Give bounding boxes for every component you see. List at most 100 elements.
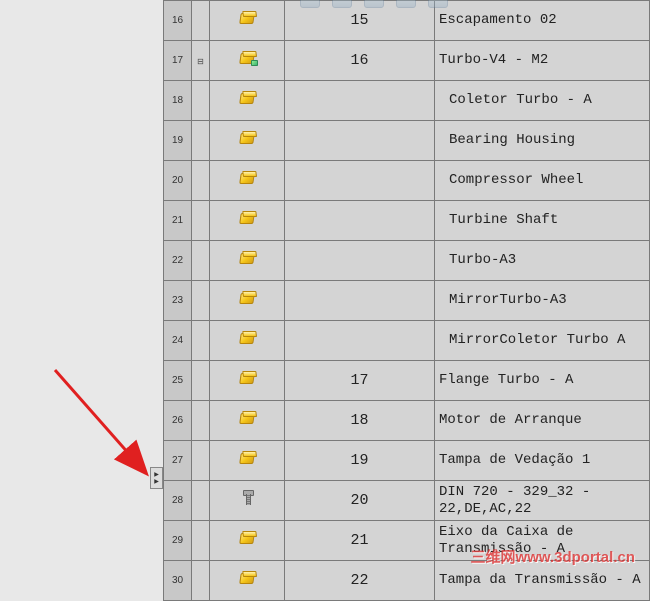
expand-cell <box>192 281 210 321</box>
bom-table[interactable]: 1615Escapamento 0217⊟16Turbo-V4 - M218Co… <box>163 0 650 601</box>
panel-flyout-tab[interactable]: ▶▶ <box>150 467 163 489</box>
item-number-cell[interactable]: 16 <box>285 41 435 81</box>
item-number-cell[interactable] <box>285 161 435 201</box>
part-icon <box>238 171 256 186</box>
expand-cell <box>192 521 210 561</box>
row-number-cell[interactable]: 17 <box>164 41 192 81</box>
expand-cell <box>192 81 210 121</box>
table-row[interactable]: 17 ⊟ 16Turbo-V4 - M2 <box>164 41 650 81</box>
icon-cell <box>210 161 285 201</box>
expand-cell <box>192 441 210 481</box>
bom-table-container: 1615Escapamento 0217⊟16Turbo-V4 - M218Co… <box>163 0 650 573</box>
table-row[interactable]: 21 Turbine Shaft <box>164 201 650 241</box>
table-row[interactable]: 27 19Tampa de Vedação 1 <box>164 441 650 481</box>
table-row[interactable]: 22 Turbo-A3 <box>164 241 650 281</box>
item-number-cell[interactable]: 18 <box>285 401 435 441</box>
row-number-cell[interactable]: 30 <box>164 561 192 601</box>
item-number-cell[interactable] <box>285 241 435 281</box>
part-name-cell[interactable]: MirrorTurbo-A3 <box>435 281 650 321</box>
part-name-cell[interactable]: Turbine Shaft <box>435 201 650 241</box>
expand-cell <box>192 201 210 241</box>
icon-cell <box>210 81 285 121</box>
expand-cell <box>192 401 210 441</box>
icon-cell <box>210 41 285 81</box>
part-icon <box>238 531 256 546</box>
expand-cell <box>192 561 210 601</box>
row-number-cell[interactable]: 22 <box>164 241 192 281</box>
part-icon <box>238 131 256 146</box>
item-number-cell[interactable] <box>285 321 435 361</box>
row-number-cell[interactable]: 27 <box>164 441 192 481</box>
item-number-cell[interactable] <box>285 121 435 161</box>
expand-cell <box>192 161 210 201</box>
row-number-cell[interactable]: 19 <box>164 121 192 161</box>
item-number-cell[interactable]: 21 <box>285 521 435 561</box>
part-name-cell[interactable]: Escapamento 02 <box>435 1 650 41</box>
part-icon <box>238 371 256 386</box>
table-row[interactable]: 19 Bearing Housing <box>164 121 650 161</box>
part-name-cell[interactable]: Turbo-V4 - M2 <box>435 41 650 81</box>
table-row[interactable]: 20 Compressor Wheel <box>164 161 650 201</box>
expand-cell <box>192 321 210 361</box>
bolt-icon <box>243 490 251 506</box>
table-row[interactable]: 26 18Motor de Arranque <box>164 401 650 441</box>
icon-cell <box>210 401 285 441</box>
part-name-cell[interactable]: DIN 720 - 329_32 - 22,DE,AC,22 <box>435 481 650 521</box>
viewport-toolbar-overlay <box>300 0 448 8</box>
row-number-cell[interactable]: 26 <box>164 401 192 441</box>
row-number-cell[interactable]: 29 <box>164 521 192 561</box>
row-number-cell[interactable]: 24 <box>164 321 192 361</box>
part-icon <box>238 291 256 306</box>
icon-cell <box>210 521 285 561</box>
expand-cell <box>192 121 210 161</box>
table-row[interactable]: 18 Coletor Turbo - A <box>164 81 650 121</box>
table-row[interactable]: 24 MirrorColetor Turbo A <box>164 321 650 361</box>
item-number-cell[interactable]: 20 <box>285 481 435 521</box>
item-number-cell[interactable]: 17 <box>285 361 435 401</box>
part-icon <box>238 91 256 106</box>
row-number-cell[interactable]: 25 <box>164 361 192 401</box>
table-row[interactable]: 28 20DIN 720 - 329_32 - 22,DE,AC,22 <box>164 481 650 521</box>
row-number-cell[interactable]: 28 <box>164 481 192 521</box>
table-row[interactable]: 23 MirrorTurbo-A3 <box>164 281 650 321</box>
item-number-cell[interactable]: 22 <box>285 561 435 601</box>
part-name-cell[interactable]: Turbo-A3 <box>435 241 650 281</box>
row-number-cell[interactable]: 20 <box>164 161 192 201</box>
item-number-cell[interactable] <box>285 201 435 241</box>
expand-cell <box>192 241 210 281</box>
item-number-cell[interactable]: 19 <box>285 441 435 481</box>
assembly-icon <box>238 51 256 66</box>
part-name-cell[interactable]: Motor de Arranque <box>435 401 650 441</box>
part-icon <box>238 451 256 466</box>
icon-cell <box>210 561 285 601</box>
row-number-cell[interactable]: 18 <box>164 81 192 121</box>
icon-cell <box>210 481 285 521</box>
part-name-cell[interactable]: Bearing Housing <box>435 121 650 161</box>
part-icon <box>238 11 256 26</box>
part-name-cell[interactable]: Coletor Turbo - A <box>435 81 650 121</box>
table-row[interactable]: 25 17Flange Turbo - A <box>164 361 650 401</box>
icon-cell <box>210 361 285 401</box>
part-icon <box>238 331 256 346</box>
part-icon <box>238 211 256 226</box>
icon-cell <box>210 201 285 241</box>
row-number-cell[interactable]: 16 <box>164 1 192 41</box>
icon-cell <box>210 121 285 161</box>
icon-cell <box>210 441 285 481</box>
item-number-cell[interactable] <box>285 81 435 121</box>
icon-cell <box>210 241 285 281</box>
part-name-cell[interactable]: Tampa de Vedação 1 <box>435 441 650 481</box>
part-name-cell[interactable]: MirrorColetor Turbo A <box>435 321 650 361</box>
part-name-cell[interactable]: Compressor Wheel <box>435 161 650 201</box>
expand-cell[interactable]: ⊟ <box>192 41 210 81</box>
part-name-cell[interactable]: Flange Turbo - A <box>435 361 650 401</box>
icon-cell <box>210 1 285 41</box>
row-number-cell[interactable]: 21 <box>164 201 192 241</box>
icon-cell <box>210 321 285 361</box>
item-number-cell[interactable] <box>285 281 435 321</box>
expand-cell <box>192 1 210 41</box>
icon-cell <box>210 281 285 321</box>
part-icon <box>238 411 256 426</box>
collapse-icon[interactable]: ⊟ <box>197 57 204 66</box>
row-number-cell[interactable]: 23 <box>164 281 192 321</box>
